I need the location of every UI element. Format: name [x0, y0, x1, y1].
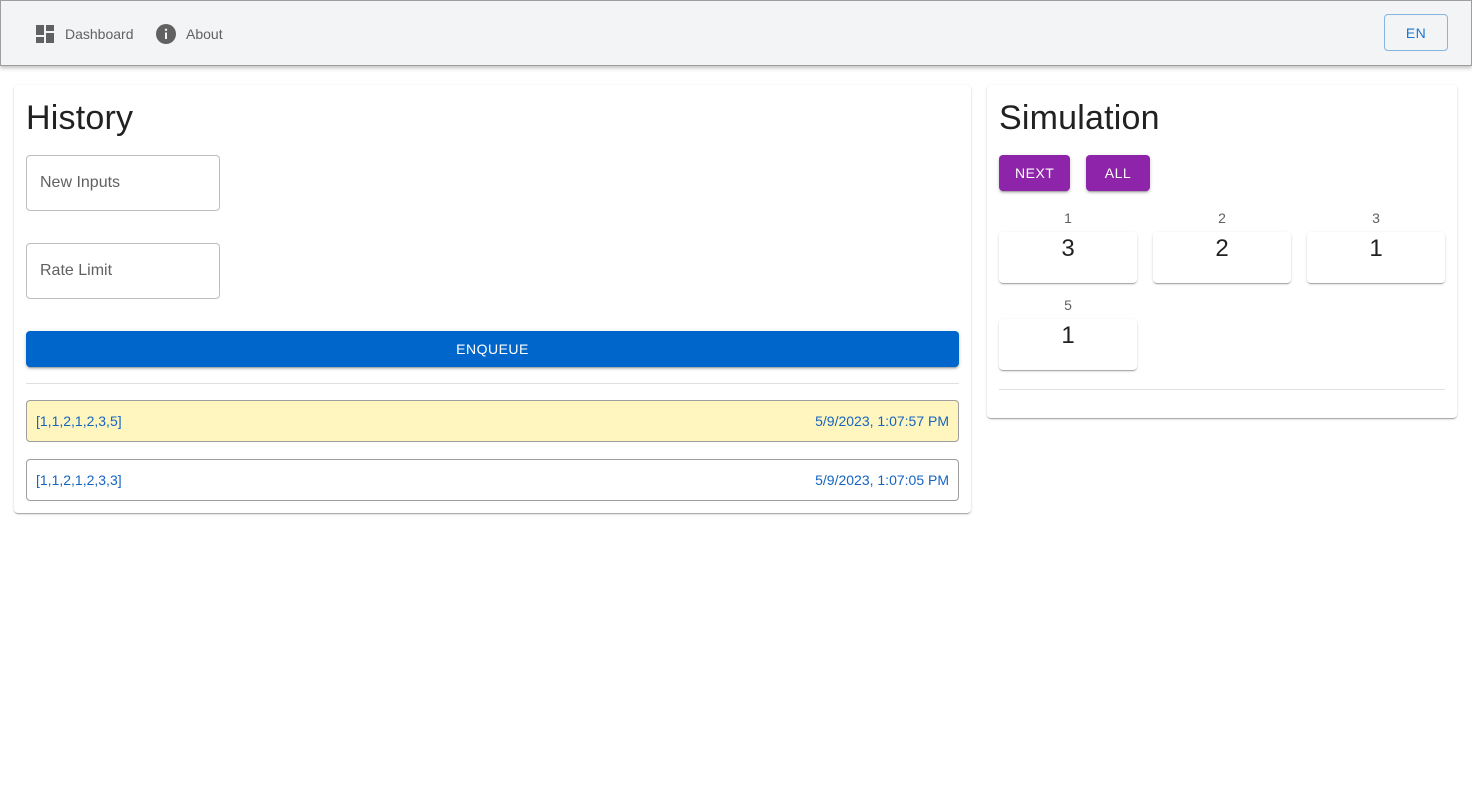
history-card: History ENQUEUE [1,1,2,1,2,3,5] 5/9/2023…	[14, 85, 971, 513]
simulation-cell-value: 3	[999, 232, 1137, 283]
history-item-selected[interactable]: [1,1,2,1,2,3,5] 5/9/2023, 1:07:57 PM	[26, 400, 959, 442]
simulation-cell-value: 1	[999, 319, 1137, 370]
history-title: History	[26, 99, 134, 137]
language-button[interactable]: EN	[1384, 14, 1448, 51]
history-item-timestamp: 5/9/2023, 1:07:57 PM	[815, 413, 949, 429]
next-button[interactable]: NEXT	[999, 155, 1070, 191]
simulation-cell: 2 2	[1153, 209, 1291, 283]
simulation-divider	[999, 389, 1445, 390]
simulation-cell-label: 5	[1064, 297, 1072, 313]
simulation-cell-value: 1	[1307, 232, 1445, 283]
info-icon	[156, 24, 176, 44]
simulation-grid: 1 3 2 2 3 1 5 1	[999, 209, 1445, 370]
new-inputs-field[interactable]	[27, 156, 219, 210]
history-item-value: [1,1,2,1,2,3,3]	[36, 472, 122, 488]
nav-about-label: About	[186, 26, 223, 42]
rate-limit-field[interactable]	[27, 244, 219, 298]
top-app-bar: Dashboard About EN	[0, 0, 1472, 66]
simulation-card: Simulation NEXT ALL 1 3 2 2 3 1 5 1	[987, 85, 1457, 418]
history-divider	[26, 383, 959, 384]
simulation-title: Simulation	[999, 99, 1160, 137]
all-button[interactable]: ALL	[1086, 155, 1150, 191]
simulation-cell: 5 1	[999, 296, 1137, 370]
enqueue-button[interactable]: ENQUEUE	[26, 331, 959, 367]
simulation-cell-label: 3	[1372, 210, 1380, 226]
dashboard-icon	[35, 24, 55, 44]
simulation-cell-value: 2	[1153, 232, 1291, 283]
new-inputs-field-container	[26, 155, 220, 211]
simulation-cell-label: 1	[1064, 210, 1072, 226]
simulation-cell: 3 1	[1307, 209, 1445, 283]
nav-dashboard-label: Dashboard	[65, 26, 134, 42]
history-item[interactable]: [1,1,2,1,2,3,3] 5/9/2023, 1:07:05 PM	[26, 459, 959, 501]
simulation-controls: NEXT ALL	[999, 155, 1150, 191]
history-item-value: [1,1,2,1,2,3,5]	[36, 413, 122, 429]
nav-about-link[interactable]: About	[156, 21, 223, 47]
simulation-cell: 1 3	[999, 209, 1137, 283]
rate-limit-field-container	[26, 243, 220, 299]
history-item-timestamp: 5/9/2023, 1:07:05 PM	[815, 472, 949, 488]
nav-dashboard-link[interactable]: Dashboard	[35, 21, 134, 47]
simulation-cell-label: 2	[1218, 210, 1226, 226]
